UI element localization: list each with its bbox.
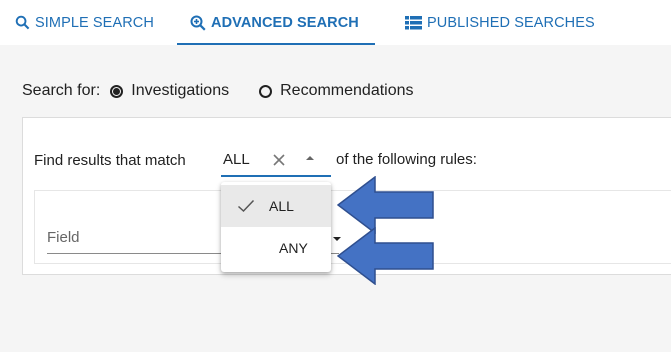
dropdown-option-any[interactable]: ANY (221, 227, 331, 269)
tab-advanced-search-label: Advanced Search (211, 14, 359, 31)
dropdown-option-any-label: ANY (279, 240, 308, 256)
search-for-group: Search for: Investigations Recommendatio… (22, 81, 414, 101)
match-select[interactable]: ALL (223, 150, 250, 170)
tab-published-searches-label: Published Searches (427, 14, 595, 31)
clear-icon[interactable] (269, 150, 289, 170)
radio-checked-icon (110, 84, 124, 98)
active-tab-indicator (177, 43, 375, 45)
search-icon (15, 15, 30, 30)
dropdown-option-all[interactable]: ALL (221, 185, 331, 227)
search-for-label: Search for: (22, 82, 101, 99)
radio-recommendations[interactable]: Recommendations (259, 82, 414, 100)
check-icon (237, 199, 255, 213)
radio-investigations-label: Investigations (131, 82, 230, 99)
zoom-in-icon (190, 15, 206, 31)
tab-simple-search-label: Simple Search (35, 14, 154, 31)
rule-suffix: of the following rules: (336, 151, 477, 168)
tab-simple-search[interactable]: Simple Search (15, 0, 154, 45)
tab-published-searches[interactable]: Published Searches (405, 0, 595, 45)
match-select-underline (221, 175, 331, 177)
radio-unchecked-icon (259, 84, 273, 98)
search-tabs: Simple Search Advanced Search Published … (0, 0, 671, 45)
radio-investigations[interactable]: Investigations (110, 82, 229, 100)
rule-prefix: Find results that match (34, 150, 186, 170)
radio-recommendations-label: Recommendations (280, 82, 414, 99)
dropdown-option-all-label: ALL (269, 198, 294, 214)
field-select[interactable]: Field (47, 228, 80, 248)
tab-advanced-search[interactable]: Advanced Search (190, 0, 359, 45)
caret-up-icon[interactable] (305, 153, 315, 163)
match-dropdown-menu: ALL ANY (221, 182, 331, 272)
annotation-arrow-all (337, 176, 434, 234)
annotation-arrow-any (337, 227, 434, 285)
list-icon (405, 15, 422, 29)
rule-prefix-text: Find results that match (34, 151, 186, 169)
